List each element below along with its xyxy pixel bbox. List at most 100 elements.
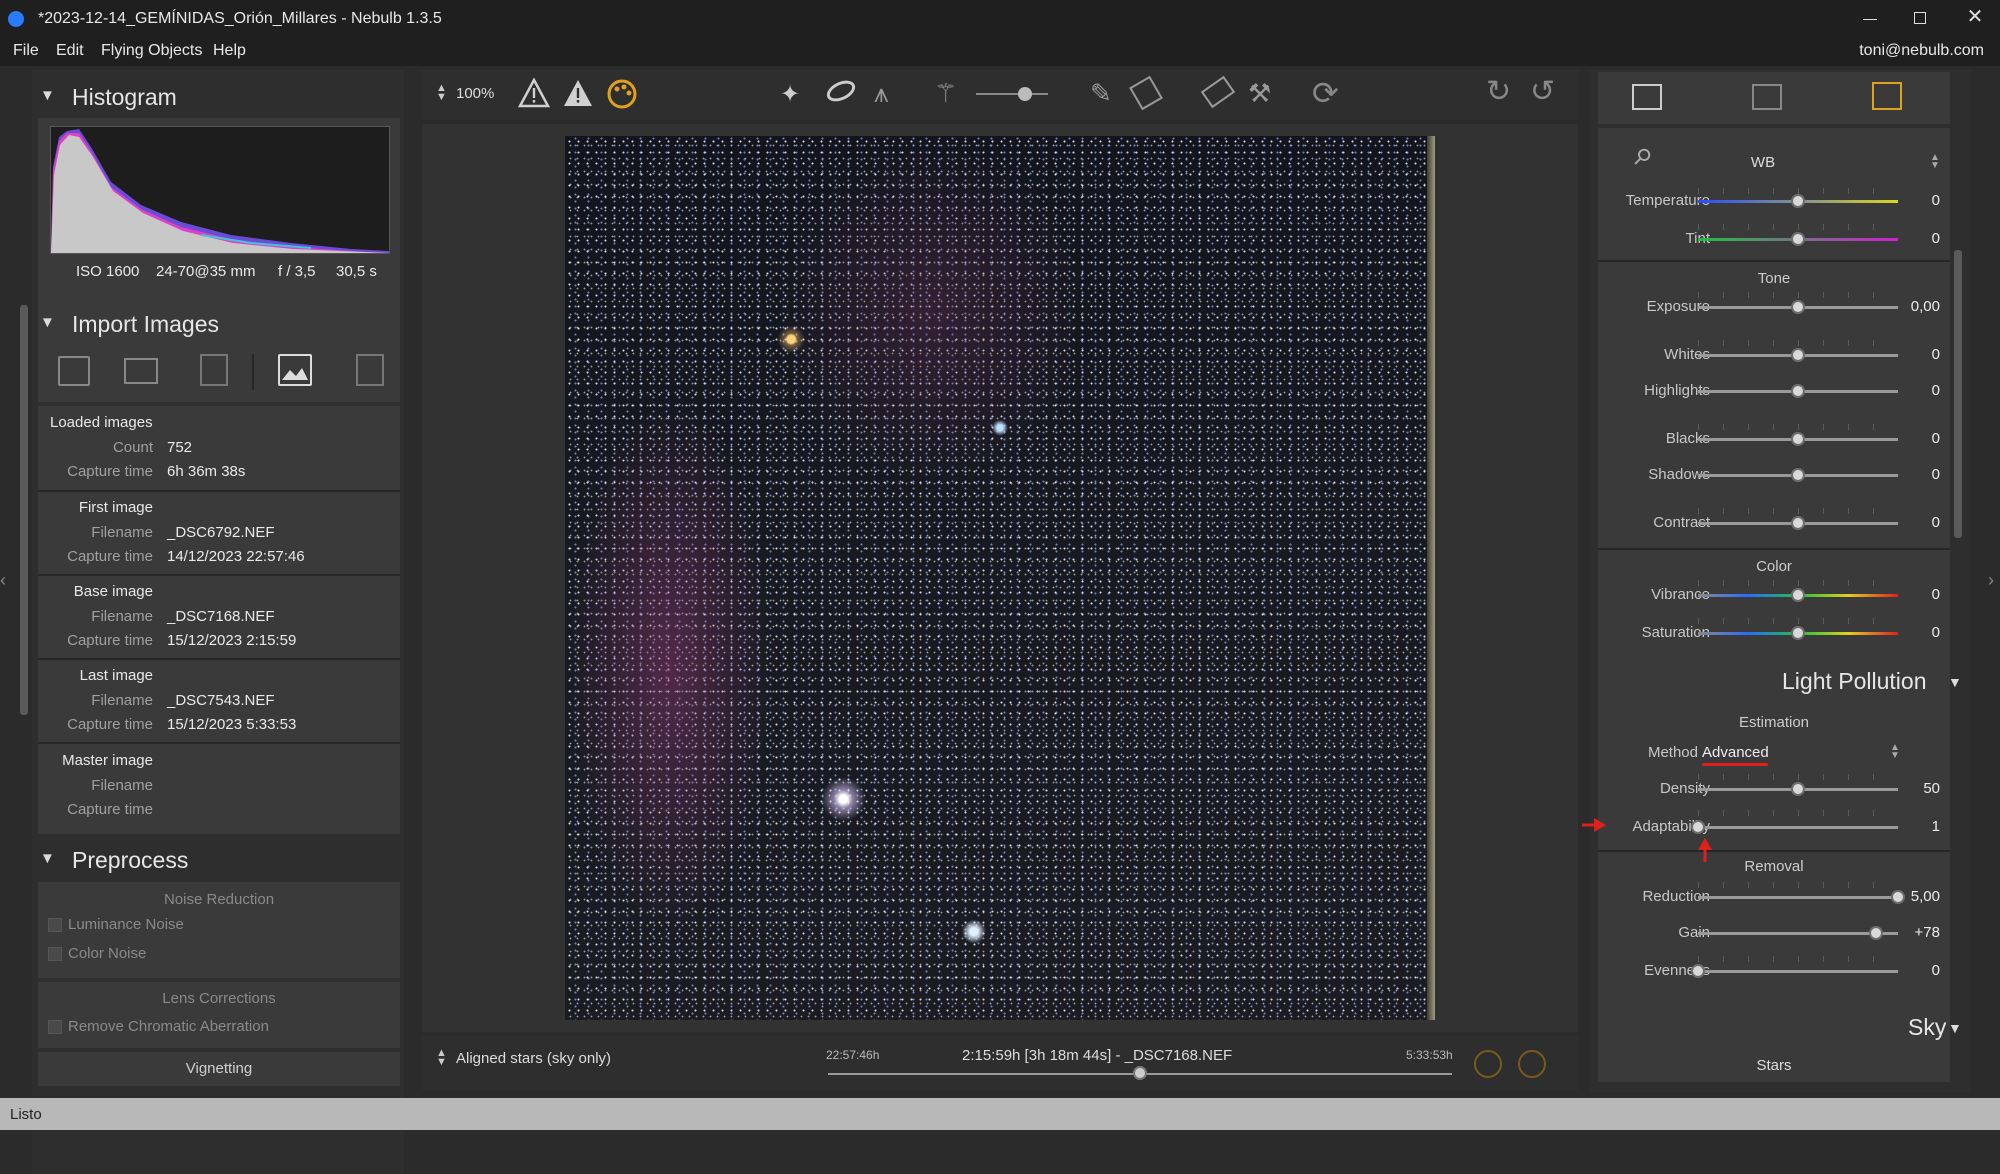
brush-icon[interactable]: ✎ [1090, 78, 1112, 109]
left-scrollbar[interactable] [20, 305, 28, 715]
shadows-value: 0 [1931, 466, 1940, 483]
warning-filled-icon[interactable] [562, 78, 594, 108]
stars-icon[interactable]: ✦ [780, 80, 800, 109]
preprocess-title: Preprocess [72, 847, 189, 873]
temperature-row: Temperature 0 [1598, 180, 1950, 216]
bucket-icon[interactable] [1129, 75, 1163, 111]
highlights-thumb[interactable] [1791, 384, 1805, 398]
histogram-collapse-toggle[interactable]: ▼ [40, 87, 55, 104]
menu-help[interactable]: Help [213, 42, 246, 60]
sky-title: Sky [1908, 1014, 1947, 1040]
maximize-button[interactable] [1906, 6, 1936, 32]
gain-row: Gain +78 [1598, 912, 1950, 948]
window-title: *2023-12-14_GEMÍNIDAS_Orión_Millares - N… [38, 10, 442, 27]
basic-adjustments-panel: ⚲ WB ▲▼ Temperature 0 Tint 0 Tone Exposu… [1598, 128, 1950, 716]
undo-icon[interactable]: ↺ [1530, 74, 1555, 109]
import-image-icon[interactable] [278, 354, 312, 386]
sky-image[interactable] [565, 136, 1435, 1020]
contrast-thumb[interactable] [1791, 516, 1805, 530]
timeline-start: 22:57:46h [826, 1048, 880, 1062]
whites-thumb[interactable] [1791, 348, 1805, 362]
reduction-slider[interactable] [1698, 896, 1898, 899]
histogram-exposure: 30,5 s [336, 263, 377, 280]
magic-wand-icon[interactable]: ⚚ [934, 78, 957, 109]
vibrance-thumb[interactable] [1791, 588, 1805, 602]
density-ticks [1698, 774, 1898, 780]
tint-ticks [1698, 224, 1898, 230]
reduction-row: Reduction 5,00 [1598, 876, 1950, 912]
menu-file[interactable]: File [13, 42, 39, 60]
density-thumb[interactable] [1791, 782, 1805, 796]
method-label: Method [1647, 744, 1698, 761]
exposure-thumb[interactable] [1791, 300, 1805, 314]
adaptability-slider[interactable] [1698, 826, 1898, 829]
blacks-value: 0 [1931, 430, 1940, 447]
zoom-level[interactable]: 100% [456, 85, 494, 102]
palette-icon[interactable] [606, 78, 638, 110]
tab-library-icon[interactable] [1632, 84, 1662, 110]
import-clipboard-icon[interactable] [200, 354, 228, 386]
light-pollution-collapse-toggle[interactable]: ▼ [1948, 674, 1962, 690]
temperature-thumb[interactable] [1791, 194, 1805, 208]
brush-size-thumb[interactable] [1018, 87, 1032, 101]
method-select[interactable]: Advanced [1702, 744, 1769, 761]
master-filename-label: Filename [91, 777, 153, 794]
first-filename-label: Filename [91, 524, 153, 541]
blacks-thumb[interactable] [1791, 432, 1805, 446]
light-pollution-title: Light Pollution [1782, 668, 1927, 694]
method-spinner-icon[interactable]: ▲ ▼ [1890, 743, 1900, 761]
import-master-icon[interactable] [356, 354, 384, 386]
tint-label: Tint [1590, 230, 1710, 247]
import-folder-icon[interactable] [58, 356, 90, 386]
tab-export-icon[interactable] [1872, 82, 1902, 110]
tower-icon[interactable]: ⩚ [874, 78, 889, 110]
capture-time-value: 6h 36m 38s [167, 463, 246, 480]
wb-spinner-icon[interactable]: ▲ ▼ [1930, 153, 1940, 171]
left-panel-collapse-arrow[interactable]: ‹ [0, 570, 12, 600]
chromatic-aberration-checkbox[interactable] [48, 1020, 62, 1034]
alignment-mode[interactable]: Aligned stars (sky only) [456, 1050, 611, 1067]
import-video-icon[interactable] [124, 358, 158, 384]
zoom-spinner-icon[interactable]: ▲ ▼ [436, 83, 447, 103]
eraser-icon[interactable] [1200, 75, 1236, 109]
gain-slider[interactable] [1698, 932, 1898, 935]
wb-label: WB [1750, 154, 1776, 171]
saturation-thumb[interactable] [1791, 626, 1805, 640]
timeline-thumb[interactable] [1133, 1066, 1147, 1080]
import-collapse-toggle[interactable]: ▼ [40, 314, 55, 331]
evenness-thumb[interactable] [1691, 964, 1705, 978]
redo-icon[interactable]: ↻ [1486, 74, 1511, 109]
refresh-icon[interactable]: ⟳ [1312, 74, 1339, 112]
tint-thumb[interactable] [1791, 232, 1805, 246]
image-canvas[interactable] [422, 124, 1578, 1032]
menu-flying-objects[interactable]: Flying Objects [101, 42, 202, 60]
stars-panel[interactable]: Stars [1598, 1050, 1950, 1082]
contrast-label: Contrast [1653, 514, 1710, 531]
evenness-slider[interactable] [1698, 970, 1898, 973]
minimize-button[interactable] [1855, 6, 1885, 32]
warning-outline-icon[interactable] [518, 78, 550, 108]
brush-size-slider[interactable] [976, 93, 1048, 95]
lens-corrections-heading: Lens Corrections [162, 990, 276, 1007]
timeline-bar: ▲ ▼ Aligned stars (sky only) 22:57:46h 2:… [422, 1036, 1578, 1090]
right-panel-collapse-arrow[interactable]: › [1988, 570, 2000, 600]
preprocess-collapse-toggle[interactable]: ▼ [40, 850, 55, 867]
sky-collapse-toggle[interactable]: ▼ [1948, 1020, 1962, 1036]
close-button[interactable]: ✕ [1960, 4, 1990, 32]
tab-develop-icon[interactable] [1752, 84, 1782, 110]
luminance-noise-checkbox[interactable] [48, 918, 62, 932]
menu-edit[interactable]: Edit [56, 42, 84, 60]
divider [1598, 850, 1950, 852]
light-pollution-panel: Estimation Method Advanced ▲ ▼ Density 50… [1598, 706, 1950, 1062]
right-scrollbar[interactable] [1954, 250, 1962, 538]
clock-history-icon[interactable] [1518, 1050, 1546, 1078]
mode-spinner-icon[interactable]: ▲ ▼ [436, 1048, 447, 1068]
clock-icon[interactable] [1474, 1050, 1502, 1078]
divider [38, 490, 400, 492]
broom-icon[interactable]: ⚒ [1248, 78, 1271, 109]
adaptability-thumb[interactable] [1691, 820, 1705, 834]
shadows-thumb[interactable] [1791, 468, 1805, 482]
comet-icon[interactable] [823, 76, 859, 106]
color-noise-checkbox[interactable] [48, 947, 62, 961]
account-label[interactable]: toni@nebulb.com [1859, 42, 1984, 60]
